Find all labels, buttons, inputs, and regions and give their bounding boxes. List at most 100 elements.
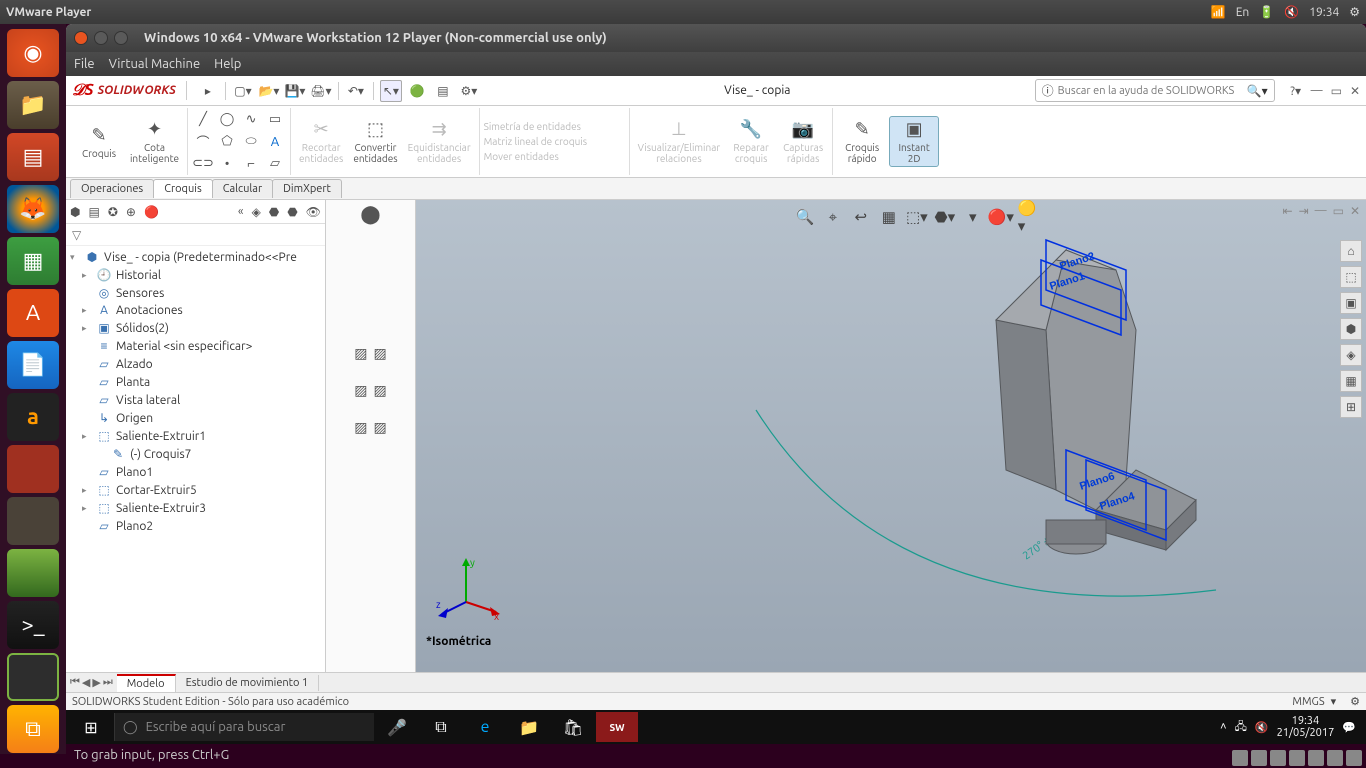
expand-icon[interactable]: ▸ (197, 80, 219, 102)
tray-vol-icon[interactable]: 🔇 (1255, 721, 1269, 734)
units-label[interactable]: MMGS (1292, 696, 1324, 708)
convertir-button[interactable]: ⬚Convertir entidades (349, 117, 401, 166)
vm-hdd-icon[interactable] (1232, 750, 1248, 766)
sw-min-icon[interactable]: — (1311, 84, 1323, 98)
circle-icon[interactable]: ◯ (216, 110, 238, 130)
poly-icon[interactable]: ⬠ (216, 132, 238, 152)
vp-min-icon[interactable]: — (1315, 204, 1327, 218)
menu-help[interactable]: Help (214, 57, 241, 71)
help-icon[interactable]: ?▾ (1285, 80, 1307, 102)
tab-calcular[interactable]: Calcular (212, 179, 273, 198)
tree-cube-icon[interactable]: ⬣ (269, 205, 279, 219)
arc-icon[interactable]: ⌒ (192, 132, 214, 152)
tab-operaciones[interactable]: Operaciones (70, 179, 154, 198)
mtab-first-icon[interactable]: ⏮ (70, 676, 80, 689)
reparar-button[interactable]: 🔧Reparar croquis (726, 117, 776, 166)
viewport[interactable]: ⇤ ⇥ — ▭ ✕ 🔍 ⌖ ↩ ▦ ⬚▾ ⬣▾ ▾ 🔴▾ 🟡▾ (416, 200, 1366, 672)
tree-sensores[interactable]: ◎Sensores (66, 284, 325, 302)
vmware-icon[interactable]: ⧉ (7, 705, 59, 753)
search-input[interactable] (1058, 85, 1243, 97)
tree-back-icon[interactable]: « (238, 205, 244, 218)
mtab-next-icon[interactable]: ▶ (92, 676, 100, 689)
mic-icon[interactable]: 🎤 (376, 712, 418, 742)
window-min-icon[interactable] (94, 31, 108, 45)
tree-saliente3[interactable]: ▸⬚Saliente-Extruir3 (66, 499, 325, 517)
instant-2d-button[interactable]: ▣Instant 2D (889, 116, 939, 167)
tree-filter[interactable]: ▽ (66, 224, 325, 246)
start-button[interactable]: ⊞ (70, 712, 112, 742)
menu-virtual-machine[interactable]: Virtual Machine (109, 57, 201, 71)
equidist-button[interactable]: ⇉Equidistanciar entidades (404, 117, 475, 166)
mtab-prev-icon[interactable]: ◀ (82, 676, 90, 689)
slot-icon[interactable]: ⊂⊃ (192, 154, 214, 174)
tree-icon-appearance[interactable]: 🔴 (144, 205, 159, 219)
tree-cortar5[interactable]: ▸⬚Cortar-Extruir5 (66, 481, 325, 499)
visual-button[interactable]: ⊥Visualizar/Eliminar relaciones (634, 117, 725, 166)
tree-icon-assembly[interactable]: ⬢ (70, 205, 80, 219)
line-icon[interactable]: ╱ (192, 110, 214, 130)
text-icon[interactable]: A (264, 132, 286, 152)
rt-c-icon[interactable]: ⬢ (1340, 318, 1362, 340)
tab-modelo[interactable]: Modelo (117, 674, 176, 692)
tree-historial[interactable]: ▸🕘Historial (66, 266, 325, 284)
tree-eye-icon[interactable]: 👁 (306, 205, 321, 219)
sw-restore-icon[interactable]: ▭ (1331, 84, 1342, 98)
sw-taskbar-icon[interactable]: SW (596, 712, 638, 742)
tree-croquis7[interactable]: ✎(-) Croquis7 (66, 445, 325, 463)
rt-home-icon[interactable]: ⌂ (1340, 240, 1362, 262)
battery-icon[interactable]: 🔋 (1259, 5, 1274, 19)
fillet-icon[interactable]: ⌐ (240, 154, 262, 174)
tree-box-icon[interactable]: ◈ (252, 205, 261, 219)
status-config-icon[interactable]: ⚙ (1350, 695, 1360, 708)
volume-icon[interactable]: 🔇 (1284, 5, 1299, 19)
select-icon[interactable]: ↖▾ (380, 80, 402, 102)
tree-vista-lateral[interactable]: ▱Vista lateral (66, 391, 325, 409)
simetria-button[interactable]: Simetría de entidades (484, 121, 581, 132)
rebuild-icon[interactable]: 🟢 (406, 80, 428, 102)
sw-search-box[interactable]: ⓘ 🔍▾ (1035, 79, 1275, 102)
tree-anotaciones[interactable]: ▸AAnotaciones (66, 302, 325, 319)
tree-planta[interactable]: ▱Planta (66, 373, 325, 391)
options-icon[interactable]: ▤ (432, 80, 454, 102)
settings-icon[interactable]: ⚙▾ (458, 80, 480, 102)
tab-dimxpert[interactable]: DimXpert (272, 179, 342, 198)
plane-icon[interactable]: ▱ (264, 154, 286, 174)
vm-net-icon[interactable] (1270, 750, 1286, 766)
dash-icon[interactable]: ◉ (7, 29, 59, 77)
rt-a-icon[interactable]: ⬚ (1340, 266, 1362, 288)
writer-icon[interactable]: 📄 (7, 341, 59, 389)
explorer-icon[interactable]: 📁 (508, 712, 550, 742)
tree-root[interactable]: ▾⬢Vise_ - copia (Predeterminado<<Pre (66, 248, 325, 266)
appearance-sphere[interactable]: ⬤ (360, 204, 380, 225)
open-icon[interactable]: 📂▾ (258, 80, 280, 102)
new-icon[interactable]: ▢▾ (232, 80, 254, 102)
tree-plano2[interactable]: ▱Plano2 (66, 517, 325, 535)
taskview-icon[interactable]: ⧉ (420, 712, 462, 742)
cota-button[interactable]: ✦Cota inteligente (126, 117, 183, 166)
mtab-last-icon[interactable]: ⏭ (103, 676, 113, 689)
spline-icon[interactable]: ∿ (240, 110, 262, 130)
lang-indicator[interactable]: En (1236, 6, 1250, 19)
window-max-icon[interactable] (114, 31, 128, 45)
croquis-button[interactable]: ✎Croquis (74, 123, 124, 161)
tree-icon-target[interactable]: ⊕ (126, 205, 136, 219)
units-dropdown-icon[interactable]: ▾ (1331, 695, 1337, 708)
tree-icon-display[interactable]: ▤ (88, 205, 99, 219)
launcher-icon-d[interactable] (7, 653, 59, 701)
gear-icon[interactable]: ⚙ (1349, 5, 1360, 19)
matriz-button[interactable]: Matriz lineal de croquis (484, 136, 587, 147)
rt-b-icon[interactable]: ▣ (1340, 292, 1362, 314)
wifi-icon[interactable]: 📶 (1211, 5, 1226, 19)
store-icon[interactable]: 🛍 (552, 712, 594, 742)
clock[interactable]: 19:34 (1309, 6, 1339, 19)
rt-d-icon[interactable]: ◈ (1340, 344, 1362, 366)
sw-close-icon[interactable]: ✕ (1350, 84, 1360, 98)
croquis-rapido-button[interactable]: ✎Croquis rápido (837, 117, 887, 166)
tree-material[interactable]: ≡Material <sin especificar> (66, 337, 325, 355)
print-icon[interactable]: 🖨▾ (310, 80, 332, 102)
win-search[interactable]: ◯ Escribe aquí para buscar (114, 713, 374, 741)
tray-up-icon[interactable]: ˄ (1220, 721, 1226, 733)
vp-close-icon[interactable]: ✕ (1350, 204, 1360, 218)
vp-max-icon[interactable]: ▭ (1333, 204, 1344, 218)
vm-usb-icon[interactable] (1289, 750, 1305, 766)
